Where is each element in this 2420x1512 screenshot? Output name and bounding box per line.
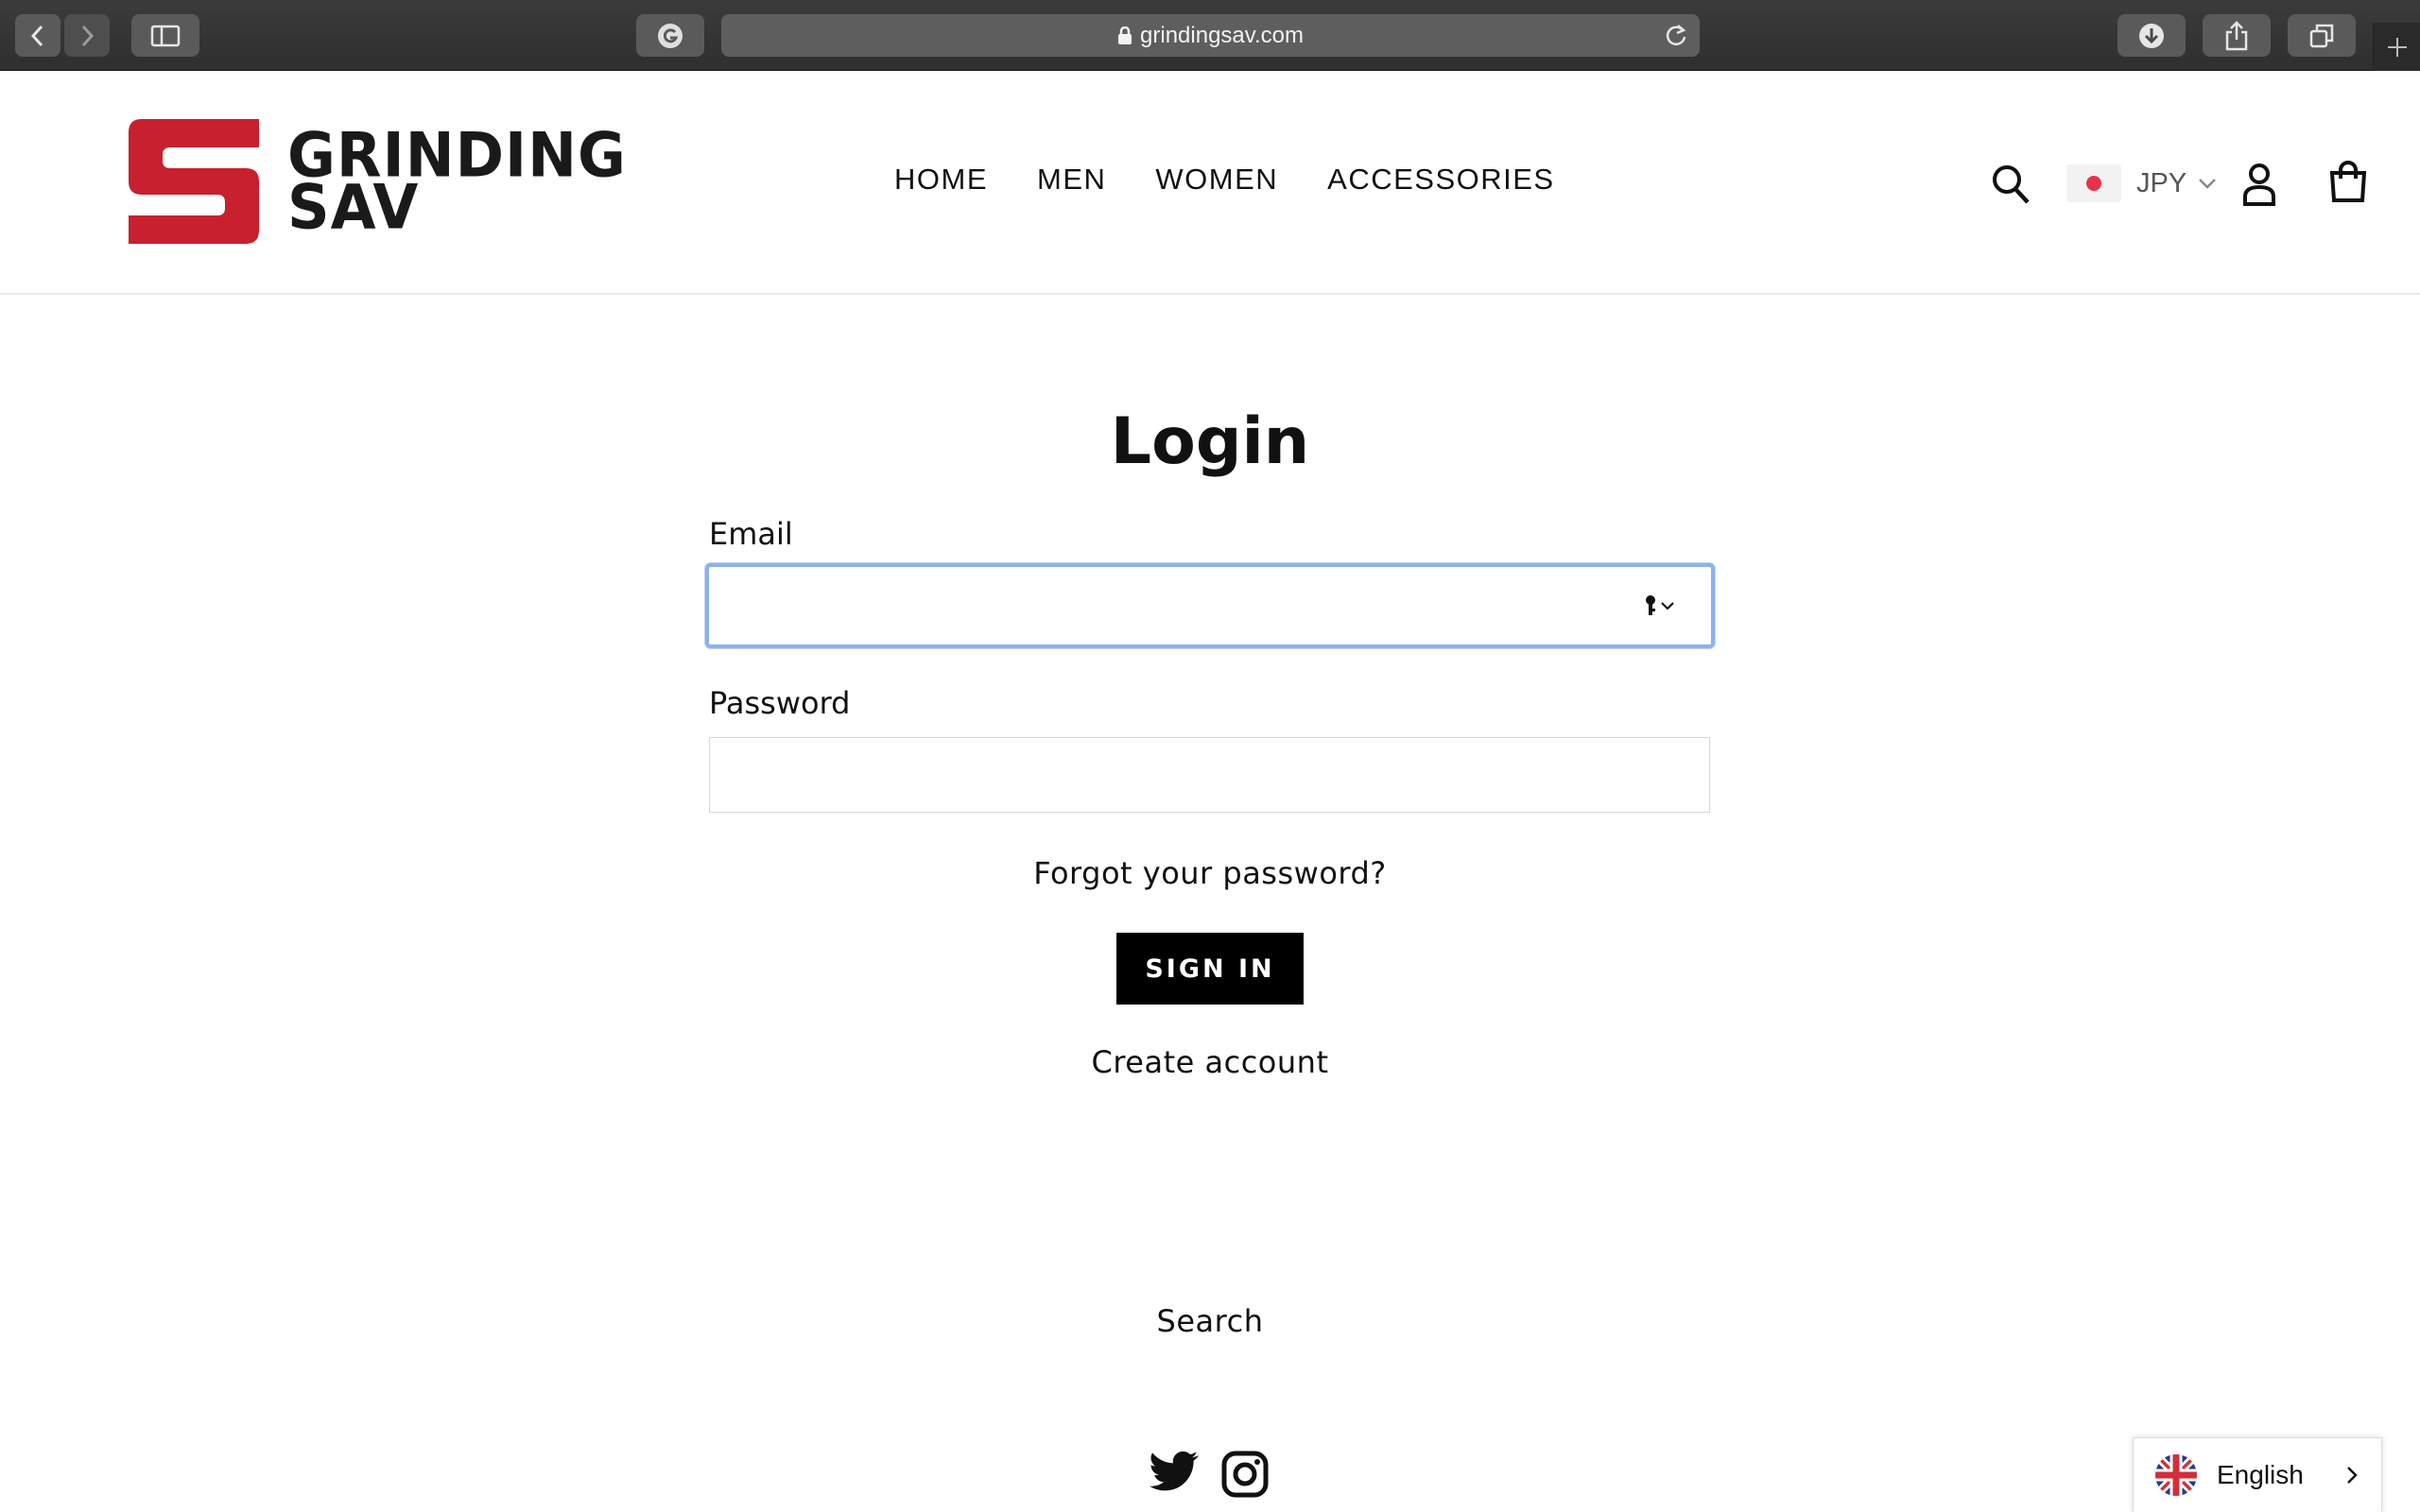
- sidebar-button[interactable]: [131, 14, 199, 57]
- twitter-link[interactable]: [1150, 1451, 1199, 1492]
- uk-flag-icon: [2155, 1454, 2197, 1496]
- page-title: Login: [1110, 404, 1310, 479]
- language-label: English: [2217, 1460, 2304, 1489]
- site-header: GRINDING SAV HOME MEN WOMEN ACCESSORIES …: [0, 72, 2420, 295]
- tabs-button[interactable]: [2288, 14, 2356, 57]
- chevron-left-icon: [30, 25, 43, 46]
- browser-toolbar: grindingsav.com: [0, 0, 2420, 71]
- search-icon: [1993, 165, 2030, 204]
- password-field[interactable]: [709, 737, 1710, 813]
- sign-in-button[interactable]: SIGN IN: [1116, 933, 1304, 1005]
- cart-button[interactable]: [2328, 160, 2368, 203]
- address-bar[interactable]: grindingsav.com: [721, 14, 1700, 57]
- user-icon: [2243, 163, 2275, 206]
- tabs-icon: [2309, 24, 2334, 47]
- search-button[interactable]: [1991, 163, 2031, 205]
- sidebar-icon: [150, 25, 181, 46]
- email-label: Email: [709, 516, 793, 552]
- nav-men[interactable]: MEN: [1037, 163, 1106, 197]
- share-button[interactable]: [2203, 14, 2271, 57]
- nav-women[interactable]: WOMEN: [1155, 163, 1278, 197]
- site-logo[interactable]: GRINDING SAV: [129, 119, 627, 244]
- nav-home[interactable]: HOME: [894, 163, 988, 197]
- logo-mark: [129, 119, 259, 244]
- forgot-password-link[interactable]: Forgot your password?: [0, 855, 2420, 891]
- instagram-icon: [1221, 1451, 1269, 1498]
- nav-accessories[interactable]: ACCESSORIES: [1327, 163, 1554, 197]
- grammarly-button[interactable]: [636, 14, 704, 57]
- main-nav: HOME MEN WOMEN ACCESSORIES: [894, 163, 1555, 197]
- new-tab-button[interactable]: [2373, 23, 2420, 71]
- twitter-icon: [1150, 1451, 1199, 1491]
- forward-button[interactable]: [64, 14, 110, 57]
- email-field[interactable]: [705, 563, 1715, 648]
- password-autofill-button[interactable]: [1644, 594, 1675, 617]
- plus-icon: [2387, 37, 2407, 57]
- chevron-right-icon: [81, 25, 95, 46]
- currency-selector[interactable]: JPY: [2066, 163, 2217, 203]
- chevron-down-icon: [1661, 602, 1674, 610]
- instagram-link[interactable]: [1221, 1451, 1269, 1498]
- account-button[interactable]: [2242, 163, 2276, 206]
- download-icon: [2139, 23, 2164, 48]
- create-account-link[interactable]: Create account: [0, 1044, 2420, 1080]
- japan-flag-icon: [2066, 164, 2121, 202]
- lock-icon: [1118, 26, 1132, 44]
- chevron-down-icon: [2199, 179, 2217, 189]
- language-switcher[interactable]: English: [2133, 1437, 2382, 1512]
- share-icon: [2225, 20, 2248, 50]
- cart-icon: [2329, 161, 2367, 202]
- logo-text: GRINDING SAV: [287, 125, 627, 238]
- grammarly-icon: [658, 23, 683, 48]
- back-button[interactable]: [15, 14, 60, 57]
- chevron-right-icon: [2347, 1467, 2358, 1484]
- url-text: grindingsav.com: [1140, 22, 1304, 48]
- password-label: Password: [709, 685, 851, 721]
- reload-icon[interactable]: [1664, 23, 1688, 47]
- currency-label: JPY: [2136, 167, 2187, 198]
- key-icon: [1646, 595, 1655, 615]
- footer-search-link[interactable]: Search: [0, 1303, 2420, 1339]
- downloads-button[interactable]: [2118, 14, 2186, 57]
